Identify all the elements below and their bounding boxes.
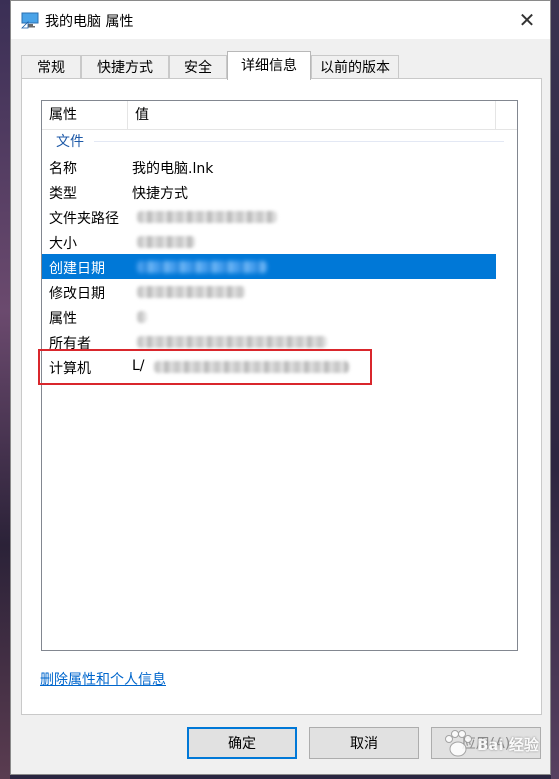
close-button[interactable]: ✕: [504, 1, 550, 39]
property-key: 名称: [49, 161, 77, 177]
column-header-value[interactable]: 值: [128, 101, 496, 129]
group-header-file: 文件: [56, 134, 84, 150]
close-icon: ✕: [518, 8, 536, 32]
property-row-computer[interactable]: 计算机 L/: [42, 354, 496, 379]
apply-button[interactable]: 应用(A): [431, 727, 541, 759]
tab-details[interactable]: 详细信息: [227, 51, 311, 80]
ok-button[interactable]: 确定: [187, 727, 297, 759]
remove-properties-link[interactable]: 删除属性和个人信息: [40, 669, 166, 689]
blurred-value: [137, 236, 195, 248]
property-key: 文件夹路径: [49, 211, 119, 227]
blurred-value: [137, 286, 245, 298]
tab-shortcut[interactable]: 快捷方式: [81, 55, 169, 79]
group-divider: [94, 141, 504, 142]
blurred-value: [137, 311, 147, 323]
property-key: 大小: [49, 236, 77, 252]
property-row-modified-date[interactable]: 修改日期: [42, 279, 496, 304]
column-header-property[interactable]: 属性: [42, 101, 128, 129]
tab-general[interactable]: 常规: [21, 55, 81, 79]
blurred-value: [137, 336, 327, 348]
property-key: 类型: [49, 186, 77, 202]
property-row-attributes[interactable]: 属性: [42, 304, 496, 329]
window-title: 我的电脑 属性: [45, 14, 134, 30]
property-row-name[interactable]: 名称 我的电脑.lnk: [42, 154, 496, 179]
blurred-value: [137, 211, 277, 223]
list-header: 属性 值: [42, 101, 517, 130]
background-desktop-right: [551, 0, 559, 779]
property-row-folder-path[interactable]: 文件夹路径: [42, 204, 496, 229]
property-row-owner[interactable]: 所有者: [42, 329, 496, 354]
details-panel: 属性 值 文件 名称 我的电脑.lnk 类型 快捷方式 文件夹路径 大小 创建日…: [21, 78, 542, 715]
property-row-size[interactable]: 大小: [42, 229, 496, 254]
property-key: 计算机: [49, 361, 91, 377]
computer-icon: [21, 12, 39, 29]
properties-dialog: 我的电脑 属性 ✕ 常规 快捷方式 安全 详细信息 以前的版本 属性 值 文件 …: [10, 0, 551, 775]
property-value: 我的电脑.lnk: [132, 161, 214, 177]
title-bar: 我的电脑 属性 ✕: [11, 1, 550, 39]
property-value: 快捷方式: [132, 186, 188, 202]
property-key: 属性: [49, 311, 77, 327]
property-list[interactable]: 属性 值 文件 名称 我的电脑.lnk 类型 快捷方式 文件夹路径 大小 创建日…: [41, 100, 518, 651]
property-key: 修改日期: [49, 286, 105, 302]
tab-previous-versions[interactable]: 以前的版本: [311, 55, 399, 79]
property-key: 所有者: [49, 336, 91, 352]
tab-bar: 常规 快捷方式 安全 详细信息 以前的版本: [21, 51, 541, 80]
tab-security[interactable]: 安全: [169, 55, 227, 79]
property-row-created-date[interactable]: 创建日期: [42, 254, 496, 279]
property-value: L/: [132, 358, 145, 374]
background-desktop-left: [0, 0, 10, 779]
property-row-type[interactable]: 类型 快捷方式: [42, 179, 496, 204]
blurred-value: [154, 361, 349, 373]
blurred-value: [137, 261, 267, 273]
property-key: 创建日期: [49, 261, 105, 277]
cancel-button[interactable]: 取消: [309, 727, 419, 759]
